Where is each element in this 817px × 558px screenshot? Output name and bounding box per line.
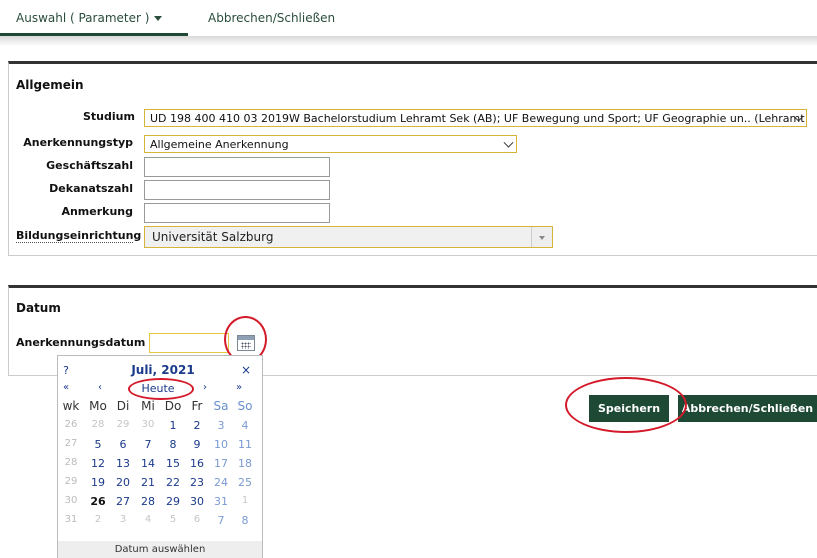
calendar-day[interactable]: 4 — [135, 514, 161, 525]
calendar-day[interactable]: 3 — [208, 419, 234, 432]
calendar-day[interactable]: 13 — [110, 457, 136, 470]
studium-label: Studium — [83, 110, 135, 123]
calendar-day[interactable]: 7 — [208, 514, 234, 527]
dropdown-arrow-icon[interactable] — [531, 227, 552, 247]
calendar-week-number: 30 — [64, 495, 78, 506]
anerkennungsdatum-label: Anerkennungsdatum — [16, 336, 146, 349]
anerkennungsdatum-input[interactable] — [149, 333, 229, 353]
calendar-day[interactable]: 17 — [208, 457, 234, 470]
calendar-day[interactable]: 16 — [184, 457, 210, 470]
calendar-weekday-header: So — [237, 399, 253, 413]
calendar-help-button[interactable]: ? — [60, 364, 72, 377]
studium-select[interactable]: UD 198 400 410 03 2019W Bachelorstudium … — [144, 109, 807, 127]
calendar-prev-year[interactable]: « — [60, 382, 72, 393]
calendar-day[interactable]: 29 — [110, 419, 136, 430]
calendar-day[interactable]: 22 — [160, 476, 186, 489]
calendar-day[interactable]: 5 — [160, 514, 186, 525]
calendar-day[interactable]: 6 — [184, 514, 210, 525]
highlight-circle-save — [565, 377, 687, 433]
calendar-day[interactable]: 28 — [135, 495, 161, 508]
calendar-day[interactable]: 2 — [184, 419, 210, 432]
studium-value: UD 198 400 410 03 2019W Bachelorstudium … — [150, 112, 807, 125]
section-title-datum: Datum — [16, 301, 61, 315]
calendar-day[interactable]: 31 — [208, 495, 234, 508]
calendar-day[interactable]: 11 — [232, 438, 258, 451]
caret-down-icon — [154, 16, 163, 21]
calendar-day[interactable]: 1 — [232, 495, 258, 506]
tab-bar: Auswahl ( Parameter ) Abbrechen/Schließe… — [0, 0, 817, 36]
tab-bar-shadow — [0, 36, 817, 46]
calendar-day[interactable]: 20 — [110, 476, 136, 489]
calendar-month-year: Juli, 2021 — [131, 363, 195, 377]
calendar-next-month[interactable]: › — [199, 382, 211, 393]
calendar-weekday-header: Mi — [141, 399, 155, 413]
calendar-weekday-header: Do — [164, 399, 182, 413]
calendar-day[interactable]: 18 — [232, 457, 258, 470]
calendar-day[interactable]: 8 — [160, 438, 186, 451]
tab-auswahl-parameter[interactable]: Auswahl ( Parameter ) — [16, 11, 163, 25]
calendar-day[interactable]: 19 — [85, 476, 111, 489]
calendar-day[interactable]: 15 — [160, 457, 186, 470]
anerkennungstyp-value: Allgemeine Anerkennung — [150, 138, 289, 151]
calendar-week-number: 29 — [64, 476, 78, 487]
highlight-circle-today — [128, 378, 194, 400]
calendar-close-button[interactable]: × — [238, 363, 254, 377]
calendar-day[interactable]: 5 — [85, 438, 111, 451]
tab-abbrechen-schliessen[interactable]: Abbrechen/Schließen — [208, 11, 335, 25]
calendar-weekday-header: Sa — [213, 399, 229, 413]
calendar-day[interactable]: 8 — [232, 514, 258, 527]
calendar-day[interactable]: 9 — [184, 438, 210, 451]
calendar-day[interactable]: 3 — [110, 514, 136, 525]
tab-auswahl-label: Auswahl ( Parameter ) — [16, 11, 150, 25]
bildungseinrichtung-value: Universität Salzburg — [152, 230, 274, 244]
calendar-day[interactable]: 24 — [208, 476, 234, 489]
anerkennungstyp-label: Anerkennungstyp — [23, 136, 133, 149]
anmerkung-label: Anmerkung — [61, 205, 133, 218]
calendar-day[interactable]: 23 — [184, 476, 210, 489]
calendar-day[interactable]: 30 — [135, 419, 161, 430]
calendar-week-number: 31 — [64, 514, 78, 525]
bildungseinrichtung-select[interactable]: Universität Salzburg — [144, 226, 553, 248]
calendar-day[interactable]: 4 — [232, 419, 258, 432]
dekanatszahl-label: Dekanatszahl — [49, 182, 133, 195]
chevron-down-icon — [503, 137, 514, 148]
anmerkung-input[interactable] — [144, 203, 330, 223]
calendar-week-number: 28 — [64, 457, 78, 468]
calendar-day[interactable]: 27 — [110, 495, 136, 508]
calendar-next-year[interactable]: » — [233, 382, 245, 393]
calendar-day[interactable]: 6 — [110, 438, 136, 451]
geschaeftszahl-label: Geschäftszahl — [46, 159, 133, 172]
calendar-footer: Datum auswählen — [58, 541, 262, 558]
calendar-day[interactable]: 2 — [85, 514, 111, 525]
calendar-day[interactable]: 14 — [135, 457, 161, 470]
calendar-weekday-header: Di — [116, 399, 130, 413]
calendar-day[interactable]: 29 — [160, 495, 186, 508]
calendar-week-number: 27 — [64, 438, 78, 449]
calendar-day[interactable]: 7 — [135, 438, 161, 451]
bildungseinrichtung-label: Bildungseinrichtung — [16, 229, 142, 243]
calendar-prev-month[interactable]: ‹ — [94, 382, 106, 393]
calendar-week-number: 26 — [64, 419, 78, 430]
calendar-day[interactable]: 10 — [208, 438, 234, 451]
calendar-weekday-header: Mo — [89, 399, 107, 413]
geschaeftszahl-input[interactable] — [144, 157, 330, 177]
cancel-button[interactable]: Abbrechen/Schließen — [678, 395, 817, 422]
calendar-day[interactable]: 1 — [160, 419, 186, 432]
anerkennungstyp-select[interactable]: Allgemeine Anerkennung — [144, 135, 517, 153]
calendar-day[interactable]: 21 — [135, 476, 161, 489]
calendar-week-header: wk — [62, 399, 80, 413]
calendar-day[interactable]: 30 — [184, 495, 210, 508]
calendar-day[interactable]: 26 — [85, 495, 111, 508]
calendar-day[interactable]: 28 — [85, 419, 111, 430]
section-title-allgemein: Allgemein — [16, 78, 84, 92]
dekanatszahl-input[interactable] — [144, 180, 330, 200]
calendar-weekday-header: Fr — [191, 399, 203, 413]
calendar-day[interactable]: 12 — [85, 457, 111, 470]
calendar-day[interactable]: 25 — [232, 476, 258, 489]
